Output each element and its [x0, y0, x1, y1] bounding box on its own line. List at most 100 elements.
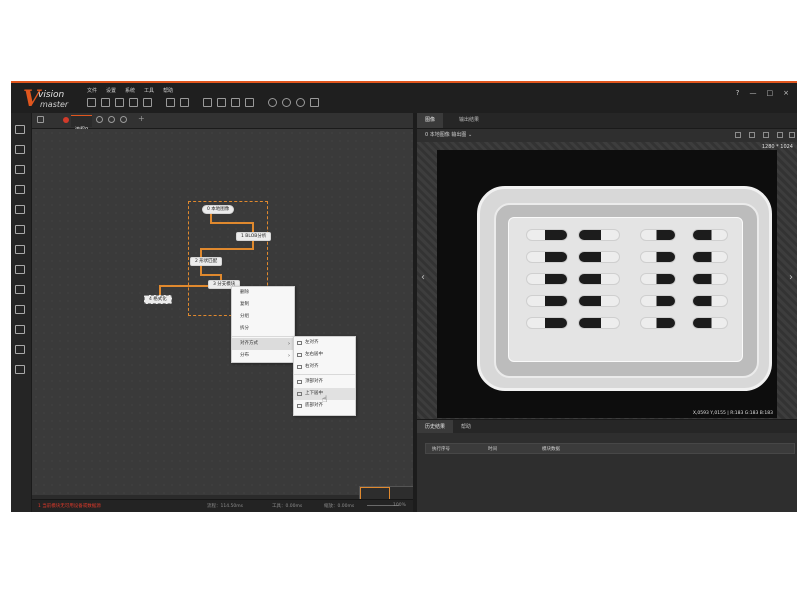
flow-node[interactable]: 4 格式化	[144, 295, 172, 304]
help-icon[interactable]: ?	[736, 89, 740, 97]
fit-icon[interactable]	[735, 132, 741, 138]
menu-item-group[interactable]: 分组	[232, 311, 294, 323]
import-icon[interactable]	[143, 98, 152, 107]
menu-item-distribute[interactable]: 分布 ›	[232, 350, 294, 362]
tab-history-result[interactable]: 历史结果	[417, 420, 454, 434]
context-menu: 删除 复制 分组 拆分 对齐方式 › 分布 ›	[231, 286, 295, 363]
expand-icon[interactable]	[789, 132, 795, 138]
menu-help[interactable]: 帮助	[163, 87, 173, 94]
previous-image-button[interactable]: ‹	[421, 272, 425, 283]
status-bar: 1 当前模块无可用设备或数据源 流程：114.50ms 工具：0.00ms 缩放…	[32, 499, 413, 512]
stop-flow-icon[interactable]	[120, 116, 127, 123]
deep-learning-icon[interactable]	[15, 365, 25, 374]
menu-item-align[interactable]: 对齐方式 ›	[232, 338, 294, 350]
tool-sidebar	[11, 113, 32, 512]
restore-icon[interactable]: □	[767, 89, 774, 97]
title-bar: V vision master 文件 设置 系统 工具 帮助 ? — □ ×	[11, 83, 797, 113]
error-message[interactable]: 1 当前模块无可用设备或数据源	[38, 503, 101, 509]
column-header[interactable]: 执行序号	[432, 446, 450, 452]
calibration-icon[interactable]	[15, 245, 25, 254]
flow-canvas[interactable]: 0 本地图像 1 BLOB分析 2 形状匹配 3 分支模块 4 格式化 删除 复…	[32, 129, 433, 512]
mouse-cursor-icon: ☝	[322, 395, 328, 405]
communication-icon[interactable]	[231, 98, 240, 107]
capsule	[640, 229, 676, 241]
locate-icon[interactable]	[15, 165, 25, 174]
camera-icon[interactable]	[166, 98, 175, 107]
logic-tool-icon[interactable]	[15, 345, 25, 354]
column-header[interactable]: 模块数据	[542, 446, 560, 452]
recognition-icon[interactable]	[15, 225, 25, 234]
loop-flow-icon[interactable]	[108, 116, 115, 123]
connector	[210, 222, 254, 224]
submenu-item-align-top[interactable]: 顶部对齐	[294, 376, 355, 388]
fullscreen-icon[interactable]	[777, 132, 783, 138]
align-top-icon	[297, 380, 302, 384]
tab-output-result[interactable]: 输出结果	[451, 113, 487, 128]
add-flow-button[interactable]: +	[138, 114, 145, 123]
menu-file[interactable]: 文件	[87, 87, 97, 94]
flow-list-icon[interactable]	[37, 116, 44, 123]
tab-image[interactable]: 图像	[417, 113, 444, 128]
submenu-item-center-horizontal[interactable]: 左右居中	[294, 349, 355, 361]
tab-help[interactable]: 帮助	[453, 420, 479, 434]
image-viewer[interactable]: 1280 * 1024 ‹ › X,0593 Y,0155 | R:183 G:…	[417, 142, 797, 419]
measure-icon[interactable]	[15, 185, 25, 194]
flow-node[interactable]: 2 形状匹配	[190, 257, 223, 266]
menu-tools[interactable]: 工具	[144, 87, 154, 94]
open-folder-icon[interactable]	[101, 98, 110, 107]
logo-line-1: vision	[38, 90, 65, 100]
window-controls: ? — □ ×	[736, 89, 789, 97]
capsule	[692, 317, 728, 329]
capsule	[578, 229, 620, 241]
capsule	[526, 251, 568, 263]
run-flow-icon[interactable]	[96, 116, 103, 123]
flow-time: 流程：114.50ms	[207, 504, 243, 509]
menu-item-align-label: 对齐方式	[240, 341, 258, 346]
image-source-select[interactable]: 0 本地图像 输出图 ⌄	[425, 131, 472, 138]
stop-icon[interactable]	[296, 98, 305, 107]
close-icon[interactable]: ×	[783, 89, 789, 97]
image-generation-icon[interactable]	[15, 205, 25, 214]
center-vertical-icon	[297, 392, 302, 396]
menu-item-copy[interactable]: 复制	[232, 299, 294, 311]
controller-icon[interactable]	[180, 98, 189, 107]
run-once-icon[interactable]	[268, 98, 277, 107]
trigger-icon[interactable]	[245, 98, 254, 107]
inspection-image: X,0593 Y,0155 | R:183 G:183 B:183	[437, 150, 777, 418]
app-logo: V vision master	[23, 87, 83, 111]
menu-settings[interactable]: 设置	[106, 87, 116, 94]
ui-designer-icon[interactable]	[310, 98, 319, 107]
capsule	[692, 229, 728, 241]
menu-item-delete[interactable]: 删除	[232, 287, 294, 299]
bottom-panel-tabs: 历史结果 帮助	[417, 419, 797, 434]
save-as-icon[interactable]	[115, 98, 124, 107]
image-acquire-icon[interactable]	[15, 145, 25, 154]
menu-system[interactable]: 系统	[125, 87, 135, 94]
zoom-out-icon[interactable]	[763, 132, 769, 138]
capsule	[692, 251, 728, 263]
image-processing-icon[interactable]	[15, 285, 25, 294]
defect-detect-icon[interactable]	[15, 325, 25, 334]
scheme-icon[interactable]	[203, 98, 212, 107]
toolbox-icon[interactable]	[15, 125, 25, 134]
flow-node[interactable]: 0 本地图像	[202, 205, 235, 214]
submenu-item-align-right[interactable]: 右对齐	[294, 361, 355, 373]
export-icon[interactable]	[129, 98, 138, 107]
tab-flow-0[interactable]: 流程0	[71, 115, 93, 133]
column-header[interactable]: 时间	[488, 446, 497, 452]
history-table: 执行序号 时间 模块数据	[417, 433, 797, 512]
save-icon[interactable]	[87, 98, 96, 107]
flow-node[interactable]: 1 BLOB分析	[236, 232, 272, 241]
alignment-icon[interactable]	[15, 265, 25, 274]
global-variable-icon[interactable]	[217, 98, 226, 107]
submenu-item-align-left[interactable]: 左对齐	[294, 337, 355, 349]
center-horizontal-icon	[297, 353, 302, 357]
run-loop-icon[interactable]	[282, 98, 291, 107]
menu-item-ungroup[interactable]: 拆分	[232, 323, 294, 335]
connector	[252, 222, 254, 232]
color-process-icon[interactable]	[15, 305, 25, 314]
next-image-button[interactable]: ›	[789, 272, 793, 283]
app-window: V vision master 文件 设置 系统 工具 帮助 ? — □ × +…	[11, 81, 797, 512]
zoom-in-icon[interactable]	[749, 132, 755, 138]
minimize-icon[interactable]: —	[750, 89, 757, 97]
